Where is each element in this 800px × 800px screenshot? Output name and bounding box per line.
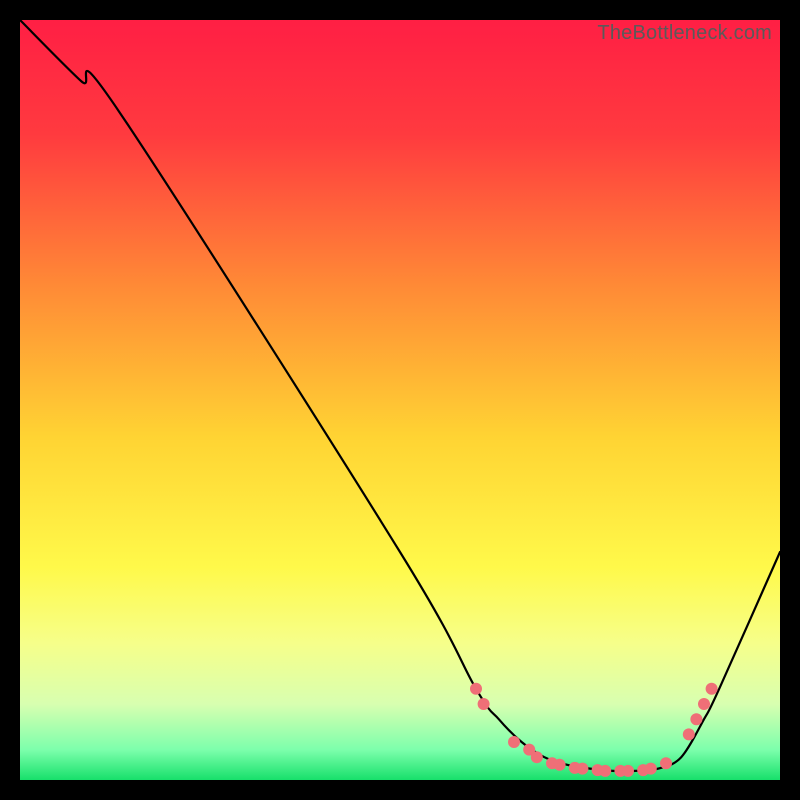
watermark-text: TheBottleneck.com: [597, 22, 772, 45]
curve-marker: [706, 683, 718, 695]
curve-marker: [690, 713, 702, 725]
curve-marker: [531, 751, 543, 763]
curve-marker: [576, 763, 588, 775]
curve-marker: [645, 763, 657, 775]
curve-marker: [683, 728, 695, 740]
bottleneck-chart: [20, 20, 780, 780]
curve-marker: [508, 736, 520, 748]
curve-marker: [660, 757, 672, 769]
curve-marker: [622, 765, 634, 777]
curve-marker: [470, 683, 482, 695]
curve-marker: [478, 698, 490, 710]
chart-frame: TheBottleneck.com: [20, 20, 780, 780]
curve-marker: [599, 765, 611, 777]
curve-marker: [698, 698, 710, 710]
curve-marker: [554, 759, 566, 771]
